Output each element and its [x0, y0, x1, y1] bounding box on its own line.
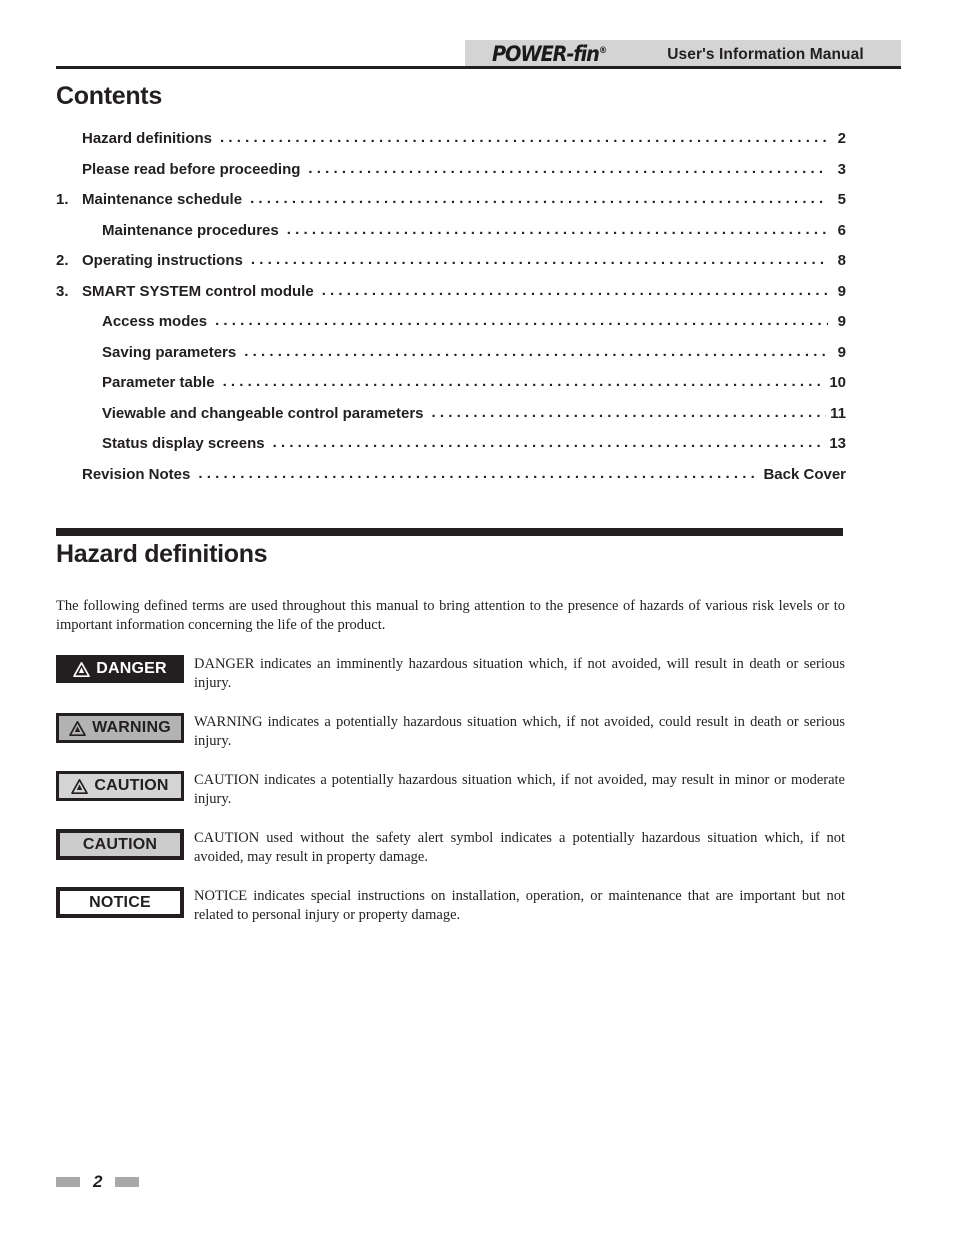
- toc-leader-dots: ........................................…: [321, 281, 828, 299]
- hazard-definitions-heading: Hazard definitions: [56, 540, 268, 568]
- toc-entry-label: Access modes: [102, 313, 208, 330]
- hazard-badge-cell: NOTICE: [56, 887, 186, 918]
- toc-entry-label: Maintenance schedule: [82, 191, 243, 208]
- hazard-description: WARNING indicates a potentially hazardou…: [194, 714, 845, 749]
- toc-entry-label: Please read before proceeding: [82, 160, 301, 178]
- hazard-badge-label: DANGER: [96, 660, 167, 677]
- toc-entry-label: Revision Notes: [82, 465, 191, 483]
- toc-entry[interactable]: Access modes............................…: [56, 312, 846, 344]
- toc-entry-label: Status display screens: [102, 435, 265, 452]
- hazard-definition-list: DANGER DANGER indicates an imminently haz…: [56, 655, 845, 945]
- hazard-definition-row: NOTICE NOTICE indicates special instructi…: [56, 887, 845, 945]
- toc-entry-page: 8: [837, 252, 846, 269]
- toc-entry-page: 5: [837, 191, 846, 208]
- toc-leader-dots: ........................................…: [431, 403, 827, 421]
- toc-entry[interactable]: Viewable and changeable control paramete…: [56, 403, 846, 436]
- hazard-intro-paragraph: The following defined terms are used thr…: [56, 598, 845, 633]
- hazard-description: CAUTION used without the safety alert sy…: [194, 830, 845, 865]
- toc-entry[interactable]: 3. SMART SYSTEM control module...........…: [56, 281, 846, 314]
- toc-leader-dots: ........................................…: [244, 342, 828, 360]
- toc-leader-dots: ........................................…: [215, 312, 828, 329]
- header-rule: [56, 66, 901, 69]
- toc-entry[interactable]: Revision Notes..........................…: [56, 464, 846, 497]
- hazard-badge-notice: NOTICE: [56, 887, 184, 918]
- toc-entry[interactable]: Please read before proceeding...........…: [56, 159, 846, 192]
- toc-entry-page: 9: [837, 313, 846, 330]
- footer-page-number: 2: [93, 1172, 103, 1191]
- hazard-description: NOTICE indicates special instructions on…: [194, 888, 845, 923]
- hazard-badge-cell: WARNING: [56, 713, 186, 743]
- hazard-badge-cell: CAUTION: [56, 771, 186, 801]
- section-divider-bar: [56, 528, 843, 536]
- hazard-badge-danger: DANGER: [56, 655, 184, 683]
- toc-entry[interactable]: 2. Operating instructions................…: [56, 251, 846, 283]
- footer-bar-left: [56, 1177, 80, 1187]
- toc-leader-dots: ........................................…: [198, 464, 759, 482]
- warning-triangle-icon: [71, 778, 89, 794]
- hazard-badge-cell: CAUTION: [56, 829, 186, 860]
- toc-leader-dots: ........................................…: [220, 129, 828, 146]
- toc-entry-number: 3.: [56, 282, 69, 300]
- hazard-description: CAUTION indicates a potentially hazardou…: [194, 772, 845, 807]
- toc-entry[interactable]: 1. Maintenance schedule..................…: [56, 190, 846, 222]
- hazard-badge-caution-plain: CAUTION: [56, 829, 184, 860]
- toc-entry-page: 9: [837, 343, 846, 361]
- footer-bar-right: [115, 1177, 140, 1187]
- toc-leader-dots: ........................................…: [250, 251, 828, 268]
- toc-entry-label: Operating instructions: [82, 252, 243, 269]
- page-footer: 2: [56, 1172, 140, 1192]
- toc-entry-page: 6: [837, 221, 846, 239]
- hazard-badge-label: CAUTION: [82, 835, 158, 853]
- toc-entry-number: 1.: [56, 191, 69, 208]
- toc-entry-label: Parameter table: [102, 374, 215, 391]
- toc-entry[interactable]: Hazard definitions......................…: [56, 129, 846, 161]
- brand-name: POWER-fin: [492, 42, 600, 66]
- toc-entry[interactable]: Maintenance procedures..................…: [56, 220, 846, 253]
- toc-entry-page: 13: [829, 435, 846, 452]
- toc-entry-page: 3: [837, 160, 846, 178]
- toc-entry-label: Hazard definitions: [82, 130, 213, 147]
- hazard-badge-label: NOTICE: [89, 893, 151, 911]
- toc-entry-page: 2: [837, 130, 846, 147]
- warning-triangle-icon: [73, 661, 91, 677]
- toc-leader-dots: ........................................…: [250, 190, 828, 207]
- toc-entry-label: Maintenance procedures: [102, 221, 279, 239]
- registered-mark: ®: [598, 46, 607, 56]
- hazard-badge-label: CAUTION: [94, 777, 169, 794]
- toc-entry-label: SMART SYSTEM control module: [82, 282, 314, 300]
- hazard-definition-row: CAUTION CAUTION used without the safety a…: [56, 829, 845, 887]
- toc-entry[interactable]: Saving parameters.......................…: [56, 342, 846, 375]
- toc-entry-number: 2.: [56, 252, 69, 269]
- hazard-definition-row: CAUTION CAUTION indicates a potentially h…: [56, 771, 845, 829]
- toc-entry[interactable]: Parameter table.........................…: [56, 373, 846, 405]
- hazard-badge-label: WARNING: [92, 719, 171, 736]
- toc-entry-page: 9: [837, 282, 846, 300]
- toc-entry-label: Saving parameters: [102, 343, 237, 361]
- toc-leader-dots: ........................................…: [308, 159, 828, 177]
- toc-leader-dots: ........................................…: [272, 434, 826, 451]
- hazard-badge-warning: WARNING: [56, 713, 184, 743]
- toc-entry-page: 10: [829, 374, 846, 391]
- powerfin-logo: POWER-fin®: [492, 42, 607, 66]
- toc-entry-page: Back Cover: [763, 465, 846, 483]
- hazard-badge-cell: DANGER: [56, 655, 186, 683]
- warning-triangle-icon: [69, 720, 86, 736]
- hazard-badge-caution: CAUTION: [56, 771, 184, 801]
- toc-leader-dots: ........................................…: [286, 220, 828, 238]
- manual-title: User's Information Manual: [667, 46, 864, 63]
- table-of-contents: Hazard definitions......................…: [56, 129, 846, 497]
- toc-entry-label: Viewable and changeable control paramete…: [102, 404, 424, 422]
- toc-entry[interactable]: Status display screens..................…: [56, 434, 846, 466]
- toc-entry-page: 11: [830, 404, 846, 422]
- hazard-definition-row: WARNING WARNING indicates a potentially h…: [56, 713, 845, 771]
- hazard-description: DANGER indicates an imminently hazardous…: [194, 656, 845, 691]
- hazard-definition-row: DANGER DANGER indicates an imminently haz…: [56, 655, 845, 713]
- contents-heading: Contents: [56, 82, 162, 110]
- toc-leader-dots: ........................................…: [222, 373, 826, 390]
